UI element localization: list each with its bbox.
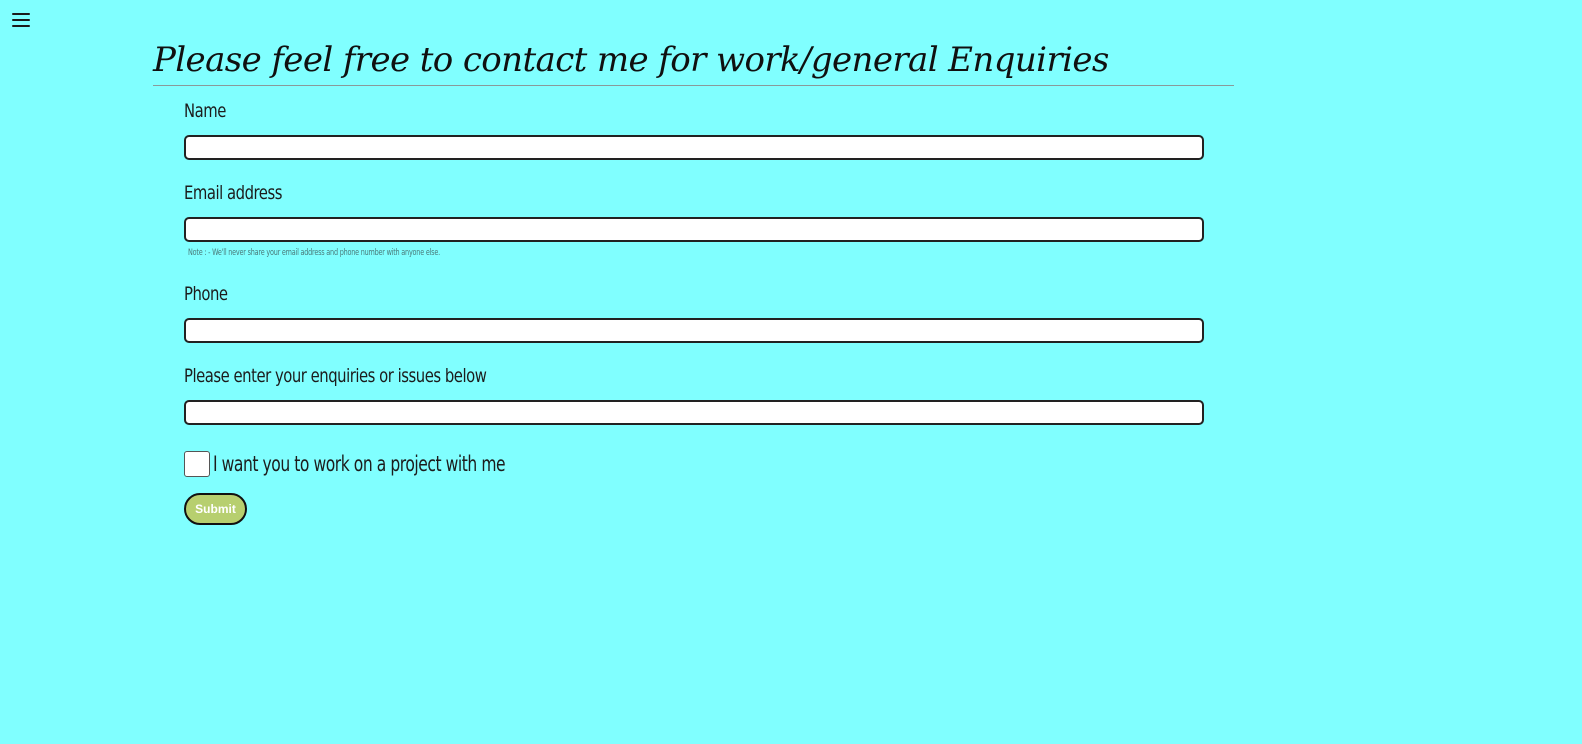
menu-bar-middle: [12, 19, 30, 21]
menu-bar-top: [12, 13, 30, 15]
name-label: Name: [184, 100, 226, 122]
project-checkbox-row: I want you to work on a project with me: [184, 450, 608, 478]
page-title: Please feel free to contact me for work/…: [153, 40, 1109, 80]
email-input[interactable]: [184, 217, 1204, 242]
phone-label: Phone: [184, 283, 228, 305]
email-label: Email address: [184, 182, 282, 204]
title-divider: [153, 85, 1234, 86]
submit-button[interactable]: Submit: [184, 493, 247, 525]
menu-bar-bottom: [12, 25, 30, 27]
hamburger-menu-icon[interactable]: [12, 12, 30, 28]
enquiry-label: Please enter your enquiries or issues be…: [184, 365, 487, 387]
email-privacy-note: Note : - We'll never share your email ad…: [188, 248, 440, 258]
project-checkbox-label[interactable]: I want you to work on a project with me: [213, 452, 506, 476]
project-checkbox[interactable]: [184, 451, 210, 477]
phone-input[interactable]: [184, 318, 1204, 343]
name-input[interactable]: [184, 135, 1204, 160]
enquiry-input[interactable]: [184, 400, 1204, 425]
